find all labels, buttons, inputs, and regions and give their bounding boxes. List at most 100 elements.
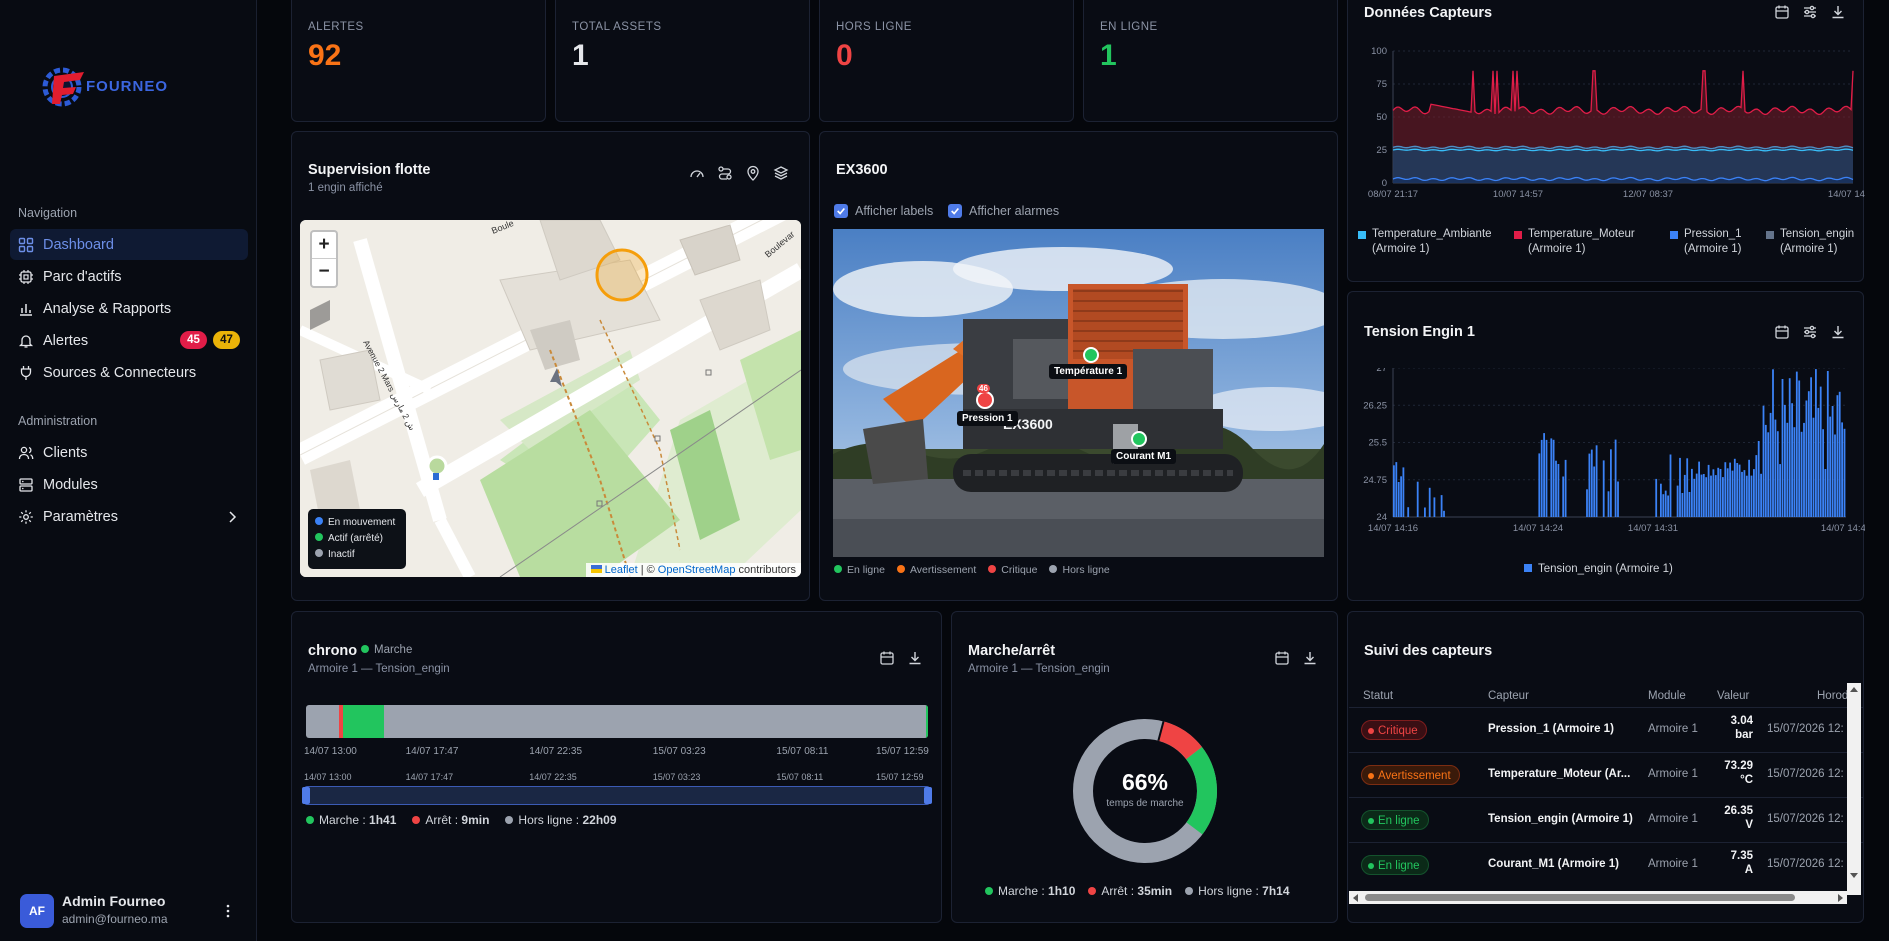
tension-bar[interactable] bbox=[1812, 417, 1815, 517]
map-pin-icon[interactable] bbox=[745, 165, 761, 181]
tension-bar[interactable] bbox=[1669, 454, 1672, 518]
more-vertical-icon[interactable] bbox=[220, 903, 236, 919]
sensor-marker-critical[interactable] bbox=[976, 391, 994, 409]
download-icon[interactable] bbox=[907, 650, 923, 666]
tension-bar[interactable] bbox=[1707, 464, 1710, 517]
tension-bar[interactable] bbox=[1402, 467, 1405, 517]
tension-bar[interactable] bbox=[1433, 497, 1436, 517]
route-icon[interactable] bbox=[717, 165, 733, 181]
tension-bar[interactable] bbox=[1760, 473, 1762, 517]
tension-bar[interactable] bbox=[1543, 433, 1545, 517]
tension-bar[interactable] bbox=[1762, 405, 1765, 517]
tension-bar[interactable] bbox=[1741, 471, 1743, 517]
sidebar-item-parc[interactable]: Parc d'actifs bbox=[10, 261, 248, 292]
tension-bar[interactable] bbox=[1602, 460, 1605, 517]
show-labels-checkbox[interactable]: Afficher labels bbox=[834, 204, 933, 218]
column-header[interactable]: Module bbox=[1648, 690, 1686, 702]
tension-bar[interactable] bbox=[1722, 477, 1724, 517]
tension-bar[interactable] bbox=[1731, 470, 1734, 517]
tension-bar[interactable] bbox=[1679, 457, 1681, 517]
sliders-icon[interactable] bbox=[1802, 4, 1818, 20]
tension-bar[interactable] bbox=[1805, 400, 1808, 518]
tension-bar[interactable] bbox=[1593, 466, 1596, 518]
layers-icon[interactable] bbox=[773, 165, 789, 181]
tension-bar[interactable] bbox=[1712, 469, 1715, 517]
tension-bar[interactable] bbox=[1834, 434, 1836, 518]
tension-bar[interactable] bbox=[1681, 493, 1684, 517]
tension-bar[interactable] bbox=[1538, 453, 1541, 517]
tension-bar[interactable] bbox=[1769, 412, 1772, 517]
brush-handle-left[interactable] bbox=[302, 787, 310, 804]
tension-bar[interactable] bbox=[1588, 453, 1591, 517]
calendar-icon[interactable] bbox=[1774, 324, 1790, 340]
tension-bar-chart[interactable]: 24 24.75 25.5 26.25 27 14/07 14:16 14/07 14:24… bbox=[1348, 368, 1865, 543]
tension-bar[interactable] bbox=[1702, 474, 1705, 517]
tension-bar[interactable] bbox=[1424, 507, 1426, 518]
timeline-bar[interactable] bbox=[306, 705, 928, 738]
tension-bar[interactable] bbox=[1691, 468, 1693, 517]
tension-bar[interactable] bbox=[1764, 424, 1767, 517]
tension-bar[interactable] bbox=[1748, 459, 1750, 517]
tension-bar[interactable] bbox=[1617, 481, 1619, 518]
tension-bar[interactable] bbox=[1557, 464, 1560, 517]
tension-bar[interactable] bbox=[1738, 464, 1741, 517]
tension-bar[interactable] bbox=[1807, 391, 1810, 517]
tension-bar[interactable] bbox=[1590, 449, 1593, 517]
column-header[interactable]: Horod bbox=[1817, 690, 1848, 702]
calendar-icon[interactable] bbox=[879, 650, 895, 666]
tension-bar[interactable] bbox=[1695, 473, 1698, 517]
tension-bar[interactable] bbox=[1824, 469, 1827, 517]
sidebar-item-parametres[interactable]: Paramètres bbox=[10, 501, 248, 532]
table-row[interactable]: En ligne Tension_engin (Armoire 1) Armoire… bbox=[1349, 797, 1864, 842]
donut-slice-arret[interactable] bbox=[1157, 721, 1202, 760]
tension-bar[interactable] bbox=[1664, 490, 1667, 517]
tension-bar[interactable] bbox=[1757, 441, 1760, 517]
scroll-right-icon[interactable] bbox=[1838, 894, 1843, 902]
tension-bar[interactable] bbox=[1586, 489, 1588, 517]
tension-bar[interactable] bbox=[1688, 492, 1691, 517]
tension-bar[interactable] bbox=[1545, 439, 1548, 517]
tension-bar[interactable] bbox=[1779, 464, 1781, 517]
tension-bar[interactable] bbox=[1564, 459, 1567, 517]
sidebar-item-modules[interactable]: Modules bbox=[10, 469, 248, 500]
tension-bar[interactable] bbox=[1407, 507, 1410, 517]
tension-bar[interactable] bbox=[1815, 369, 1817, 517]
download-icon[interactable] bbox=[1830, 324, 1846, 340]
tension-bar[interactable] bbox=[1614, 439, 1617, 517]
tension-bar[interactable] bbox=[1686, 458, 1689, 517]
tension-bar[interactable] bbox=[1710, 475, 1712, 517]
osm-link[interactable]: OpenStreetMap bbox=[658, 564, 736, 576]
download-icon[interactable] bbox=[1830, 4, 1846, 20]
machine-location-marker[interactable] bbox=[595, 248, 649, 302]
fleet-map[interactable]: Boule Boulevar Avenue 2 Mars ش 2 مارس + … bbox=[300, 220, 801, 577]
tension-bar[interactable] bbox=[1753, 469, 1755, 517]
tension-bar[interactable] bbox=[1733, 458, 1736, 517]
tension-bar[interactable] bbox=[1662, 494, 1665, 517]
column-header[interactable]: Valeur bbox=[1717, 690, 1749, 702]
time-range-brush[interactable] bbox=[302, 786, 932, 805]
tension-bar[interactable] bbox=[1700, 474, 1703, 517]
tension-bar[interactable] bbox=[1724, 462, 1727, 517]
tension-bar[interactable] bbox=[1772, 369, 1774, 517]
tension-bar[interactable] bbox=[1829, 416, 1832, 517]
tension-bar[interactable] bbox=[1843, 428, 1846, 517]
tension-bar[interactable] bbox=[1416, 481, 1419, 517]
tension-bar[interactable] bbox=[1714, 475, 1717, 517]
tension-bar[interactable] bbox=[1397, 482, 1400, 517]
tension-bar[interactable] bbox=[1395, 462, 1398, 517]
sensors-area-chart[interactable]: 0 25 50 75 100 08/07 21:17 10/07 14:57 12/07 08… bbox=[1348, 41, 1865, 211]
tension-bar[interactable] bbox=[1552, 439, 1555, 517]
tension-bar[interactable] bbox=[1755, 455, 1758, 517]
tension-bar[interactable] bbox=[1540, 439, 1543, 517]
tension-bar[interactable] bbox=[1607, 491, 1610, 517]
calendar-icon[interactable] bbox=[1274, 650, 1290, 666]
tension-bar[interactable] bbox=[1698, 461, 1700, 517]
tension-bar[interactable] bbox=[1819, 386, 1822, 517]
tension-bar[interactable] bbox=[1774, 419, 1777, 517]
tension-bar[interactable] bbox=[1743, 470, 1746, 517]
sensor-marker-ok[interactable] bbox=[1083, 347, 1099, 363]
tension-bar[interactable] bbox=[1826, 371, 1829, 517]
scroll-down-icon[interactable] bbox=[1850, 873, 1858, 878]
tension-bar[interactable] bbox=[1791, 403, 1793, 517]
tension-bar[interactable] bbox=[1736, 463, 1739, 517]
